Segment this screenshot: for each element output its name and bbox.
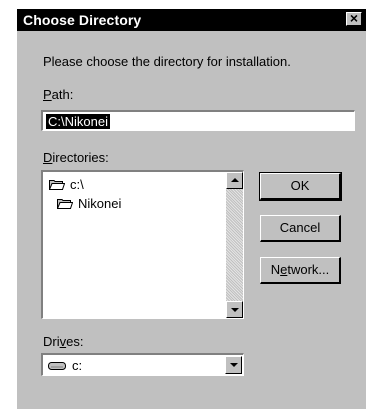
- drives-dropdown-button[interactable]: [225, 356, 242, 374]
- network-button[interactable]: Network...: [260, 257, 341, 284]
- drives-selected: c:: [48, 358, 82, 373]
- arrow-down-icon: [231, 308, 239, 312]
- directories-label: Directories:: [43, 150, 109, 165]
- close-button[interactable]: ×: [346, 10, 362, 26]
- arrow-up-icon: [231, 178, 239, 182]
- instruction-text: Please choose the directory for installa…: [43, 54, 291, 69]
- ok-button[interactable]: OK: [259, 172, 342, 201]
- network-button-text: N: [270, 262, 281, 277]
- network-button-text: twork...: [287, 262, 330, 277]
- close-icon: ×: [349, 10, 359, 26]
- window-title: Choose Directory: [23, 12, 142, 28]
- directory-label: c:\: [70, 177, 84, 192]
- folder-open-icon: [49, 180, 65, 190]
- title-bar[interactable]: Choose Directory ×: [17, 9, 366, 31]
- path-label: Path:: [43, 87, 73, 102]
- list-item[interactable]: c:\: [49, 177, 84, 192]
- directories-scrollbar[interactable]: [226, 172, 243, 318]
- cancel-button[interactable]: Cancel: [260, 215, 341, 242]
- directory-label: Nikonei: [78, 196, 122, 211]
- drives-label-text: es:: [66, 334, 84, 349]
- scroll-down-button[interactable]: [226, 301, 243, 318]
- folder-open-icon: [57, 199, 73, 209]
- path-label-accesskey: P: [43, 87, 52, 102]
- drives-label-text: Dri: [43, 334, 60, 349]
- directories-label-text: irectories:: [52, 150, 109, 165]
- list-item[interactable]: Nikonei: [57, 196, 121, 211]
- drives-label: Drives:: [43, 334, 83, 349]
- drive-icon: [48, 361, 66, 370]
- drives-dropdown[interactable]: c:: [41, 353, 244, 376]
- path-input-value: C:\Nikonei: [46, 114, 110, 129]
- choose-directory-dialog: Choose Directory × Please choose the dir…: [17, 9, 366, 409]
- directories-listbox[interactable]: c:\ Nikonei: [41, 170, 244, 319]
- scroll-up-button[interactable]: [226, 172, 243, 189]
- directories-label-accesskey: D: [43, 150, 53, 165]
- path-input[interactable]: C:\Nikonei: [41, 110, 355, 131]
- path-label-text: ath:: [51, 87, 74, 102]
- drives-selected-value: c:: [72, 358, 83, 373]
- chevron-down-icon: [230, 363, 238, 367]
